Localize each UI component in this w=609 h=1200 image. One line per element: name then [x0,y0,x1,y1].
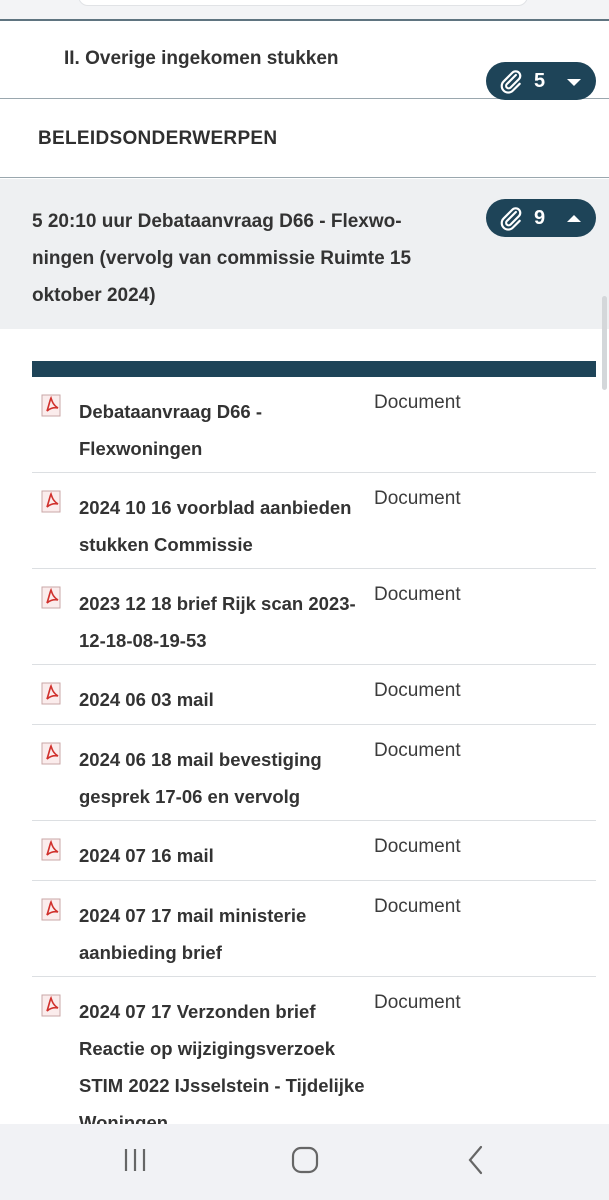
table-row[interactable]: Debataanvraag D66 - Flexwoningen Documen… [32,377,596,473]
table-row[interactable]: 2024 07 17 Verzonden brief Reactie op wi… [32,977,596,1147]
pdf-file-icon [40,490,64,514]
home-icon [290,1145,320,1180]
recent-apps-button[interactable] [117,1146,153,1178]
document-type: Document [374,896,461,917]
system-navigation-bar [0,1124,609,1200]
table-row[interactable]: 2024 10 16 voorblad aanbieden stukken Co… [32,473,596,569]
top-search-strip [0,0,609,20]
pdf-file-icon [40,742,64,766]
home-button[interactable] [287,1146,323,1178]
attachment-count: 9 [534,206,546,229]
table-row[interactable]: 2024 07 17 mail ministerie aanbieding br… [32,881,596,977]
document-name-link[interactable]: Debataanvraag D66 - Flexwoningen [79,393,369,467]
document-type: Document [374,488,461,509]
document-type: Document [374,584,461,605]
back-icon [466,1145,486,1180]
pdf-file-icon [40,682,64,706]
agenda-item-title: 5 20:10 uur Debataanvraag D66 - Flexwo-n… [32,211,412,306]
document-type: Document [374,392,461,413]
table-row[interactable]: 2023 12 18 brief Rijk scan 2023-12-18-08… [32,569,596,665]
chevron-up-icon [566,212,582,224]
document-type: Document [374,836,461,857]
document-name-link[interactable]: 2024 06 18 mail bevestiging gesprek 17-0… [79,741,369,815]
paperclip-icon [498,68,524,94]
search-bar-edge[interactable] [78,0,528,6]
paperclip-icon [498,205,524,231]
table-row[interactable]: 2024 07 16 mail Document [32,821,596,881]
agenda-item-debataanvraag[interactable]: 5 20:10 uur Debataanvraag D66 - Flexwo-n… [0,179,609,329]
table-row[interactable]: 2024 06 18 mail bevestiging gesprek 17-0… [32,725,596,821]
document-name-link[interactable]: 2024 07 16 mail [79,837,369,874]
agenda-item-overige-ingekomen-stukken[interactable]: II. Overige ingekomen stukken 5 [0,21,609,100]
section-heading: BELEIDSONDERWERPEN [38,128,278,149]
pdf-file-icon [40,838,64,862]
document-type: Document [374,680,461,701]
back-button[interactable] [458,1145,494,1180]
agenda-page: II. Overige ingekomen stukken 5 BELEIDSO… [0,0,609,1200]
attachments-toggle-button[interactable]: 9 [486,199,596,237]
scrollbar-thumb[interactable] [602,296,607,390]
attachment-count: 5 [534,69,546,92]
document-name-link[interactable]: 2023 12 18 brief Rijk scan 2023-12-18-08… [79,585,369,659]
documents-table: Debataanvraag D66 - Flexwoningen Documen… [32,361,596,1147]
document-type: Document [374,740,461,761]
chevron-down-icon [566,75,582,87]
document-name-link[interactable]: 2024 06 03 mail [79,681,369,718]
pdf-file-icon [40,898,64,922]
section-beleidsonderwerpen: BELEIDSONDERWERPEN [0,100,609,178]
pdf-file-icon [40,394,64,418]
document-type: Document [374,992,461,1013]
agenda-item-title: II. Overige ingekomen stukken [64,48,339,69]
recent-apps-icon [120,1147,150,1178]
document-name-link[interactable]: 2024 07 17 Verzonden brief Reactie op wi… [79,993,369,1141]
attachments-toggle-button[interactable]: 5 [486,62,596,100]
document-name-link[interactable]: 2024 07 17 mail ministerie aanbieding br… [79,897,369,971]
table-header [32,361,596,377]
document-name-link[interactable]: 2024 10 16 voorblad aanbieden stukken Co… [79,489,369,563]
pdf-file-icon [40,994,64,1018]
table-row[interactable]: 2024 06 03 mail Document [32,665,596,725]
pdf-file-icon [40,586,64,610]
